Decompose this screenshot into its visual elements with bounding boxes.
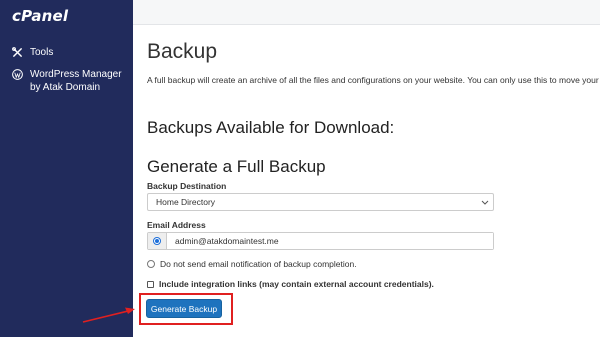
backup-destination-label: Backup Destination xyxy=(147,181,227,191)
backup-destination-value: Home Directory xyxy=(156,197,216,207)
wordpress-icon xyxy=(12,69,23,80)
page-description: A full backup will create an archive of … xyxy=(147,75,600,85)
email-radio-cell xyxy=(148,233,167,249)
red-arrow-icon xyxy=(82,307,135,323)
no-email-radio[interactable] xyxy=(147,260,155,268)
page-title: Backup xyxy=(147,40,218,63)
top-bar xyxy=(133,0,600,25)
no-email-label: Do not send email notification of backup… xyxy=(160,259,357,269)
sidebar-item-label: Tools xyxy=(30,47,54,58)
chevron-down-icon xyxy=(481,200,489,205)
email-notify-radio[interactable] xyxy=(153,237,161,245)
sidebar: cPanel Tools WordPress Manager by Atak D… xyxy=(0,0,133,337)
generate-backup-button[interactable]: Generate Backup xyxy=(146,299,222,318)
sidebar-item-label: WordPress Manager by Atak Domain xyxy=(30,69,122,93)
email-field[interactable] xyxy=(167,233,493,249)
integration-links-checkbox[interactable] xyxy=(147,280,154,288)
integration-links-option: Include integration links (may contain e… xyxy=(147,279,434,289)
email-input-group xyxy=(147,232,494,250)
generate-backup-heading: Generate a Full Backup xyxy=(147,157,326,176)
cpanel-logo[interactable]: cPanel xyxy=(12,7,68,25)
sidebar-item-tools[interactable]: Tools xyxy=(12,46,130,59)
email-address-label: Email Address xyxy=(147,220,206,230)
sidebar-item-wordpress-manager[interactable]: WordPress Manager by Atak Domain xyxy=(12,68,130,94)
backup-destination-select[interactable]: Home Directory xyxy=(147,193,494,211)
backups-available-heading: Backups Available for Download: xyxy=(147,118,395,137)
integration-links-label: Include integration links (may contain e… xyxy=(159,279,434,289)
tools-icon xyxy=(12,47,22,57)
no-email-option: Do not send email notification of backup… xyxy=(147,259,357,269)
